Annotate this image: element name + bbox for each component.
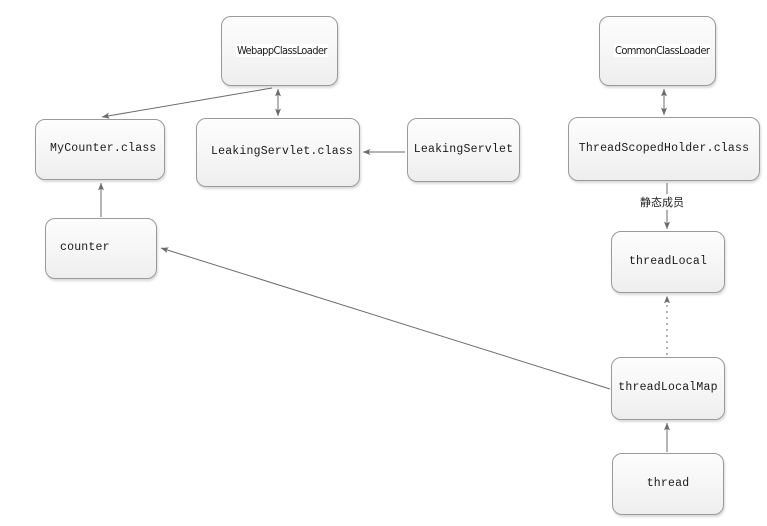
edge-label-static-member: 静态成员 — [638, 194, 686, 210]
node-thread[interactable]: thread — [612, 453, 724, 515]
node-label: ThreadScopedHolder.class — [578, 141, 750, 155]
node-mycounter-class[interactable]: MyCounter.class — [35, 119, 165, 180]
node-common-classloader[interactable]: CommonClassLoader — [599, 16, 716, 86]
node-label: WebappClassLoader — [236, 43, 328, 57]
node-label: MyCounter.class — [50, 142, 157, 156]
node-label: threadLocalMap — [618, 381, 718, 395]
node-threadscopedholder-class[interactable]: ThreadScopedHolder.class — [568, 117, 760, 181]
node-threadlocal[interactable]: threadLocal — [611, 231, 725, 293]
node-label: CommonClassLoader — [614, 43, 711, 57]
node-label: LeakingServlet — [413, 142, 514, 156]
node-leakingservlet[interactable]: LeakingServlet — [407, 118, 520, 182]
diagram-canvas: WebappClassLoader CommonClassLoader MyCo… — [0, 0, 767, 526]
node-label: thread — [646, 476, 690, 490]
node-label: threadLocal — [628, 254, 708, 268]
edge-webapp-mycounter — [101, 87, 273, 119]
node-counter[interactable]: counter — [45, 218, 157, 279]
node-leakingservlet-class[interactable]: LeakingServlet.class — [196, 118, 360, 187]
node-label: counter — [60, 241, 110, 255]
edge-threadlocalmap-counter — [160, 247, 611, 390]
node-threadlocalmap[interactable]: threadLocalMap — [611, 357, 725, 420]
node-webapp-classloader[interactable]: WebappClassLoader — [221, 16, 338, 86]
node-label: LeakingServlet.class — [211, 145, 354, 159]
